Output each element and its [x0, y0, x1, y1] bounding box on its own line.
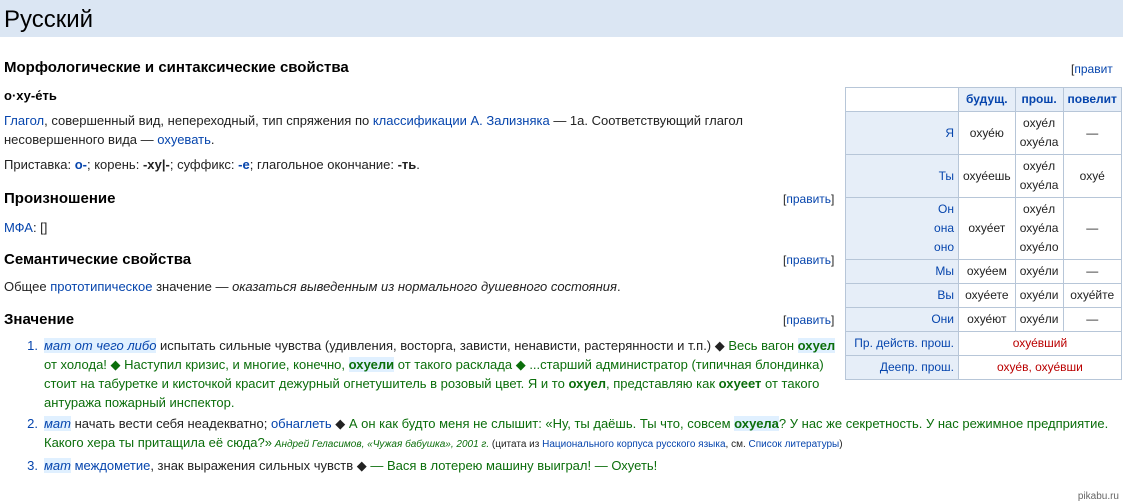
sem-edit-link[interactable]: править — [786, 253, 831, 267]
pron-heading: Произношение — [4, 190, 116, 207]
gerund-label: Деепр. прош. — [845, 355, 959, 380]
gerund-value: охуе́в, охуе́вши — [958, 355, 1122, 380]
table-row: Деепр. прош. охуе́в, охуе́вши — [845, 355, 1122, 380]
meaning-edit: [править] — [783, 313, 835, 327]
language-title: Русский — [4, 6, 94, 33]
table-row: Мы охуе́ем охуе́ли — — [845, 259, 1122, 284]
prefix-link[interactable]: о- — [75, 157, 87, 172]
meaning-item-1: 1. мат от чего либо испытать сильные чувс… — [27, 338, 836, 410]
pron-edit: [править] — [783, 192, 835, 206]
pronoun-cell: Ты — [845, 154, 959, 198]
table-row: Пр. действ. прош. охуе́вший — [845, 331, 1122, 356]
morph-heading: Морфологические и синтаксические свойств… — [4, 59, 349, 76]
table-row: Я охуе́ю охуе́л охуе́ла — — [845, 111, 1122, 155]
conjugation-table: будущ. прош. повелит Я охуе́ю охуе́л оху… — [845, 87, 1122, 380]
col-future: будущ. — [958, 87, 1016, 112]
obnaglet-link[interactable]: обнаглеть — [271, 416, 332, 431]
ipa-line: МФА: [] — [4, 220, 48, 235]
imperfective-link[interactable]: охуевать — [157, 132, 211, 147]
morph-desc: Глагол, совершенный вид, непереходный, т… — [4, 113, 743, 147]
pronoun-cell: Он она оно — [845, 197, 959, 260]
meaning-heading: Значение — [4, 311, 75, 328]
bibliography-link[interactable]: Список литературы — [749, 439, 840, 450]
col-past: прош. — [1014, 87, 1064, 112]
prototypical-link[interactable]: прототипическое — [50, 279, 152, 294]
pronoun-cell: Я — [845, 111, 959, 155]
participle-label: Пр. действ. прош. — [845, 331, 959, 356]
ipa-link[interactable]: МФА — [4, 220, 33, 235]
mat-label[interactable]: мат — [44, 416, 71, 431]
suffix-link[interactable]: -е — [238, 157, 250, 172]
morph-edit-link[interactable]: правит — [1074, 62, 1112, 76]
col-imperative: повелит — [1062, 87, 1122, 112]
sem-line: Общее прототипическое значение — оказать… — [4, 279, 621, 294]
interjection-link[interactable]: междометие — [75, 458, 151, 473]
meaning-item-3: 3. мат междометие, знак выражения сильных… — [27, 458, 658, 473]
table-row: Вы охуе́ете охуе́ли охуе́йте — [845, 283, 1122, 308]
classification-link[interactable]: классификации А. Зализняка — [373, 113, 550, 128]
site-watermark: pikabu.ru — [1077, 491, 1119, 502]
table-row: Он она оно охуе́ет охуе́л охуе́ла охуе́л… — [845, 197, 1122, 260]
meaning-item-2: 2. мат начать вести себя неадекватно; обн… — [27, 416, 1109, 450]
headword: о·ху-е́ть — [4, 88, 57, 103]
meaning-edit-link[interactable]: править — [786, 313, 831, 327]
mat-label[interactable]: мат — [44, 458, 71, 473]
pronoun-cell: Вы — [845, 283, 959, 308]
mat-label[interactable]: мат от чего либо — [44, 338, 157, 353]
language-header: Русский — [0, 0, 1123, 37]
pos-link[interactable]: Глагол — [4, 113, 44, 128]
morphemes: Приставка: о-; корень: -ху|-; суффикс: -… — [4, 157, 420, 172]
sem-edit: [править] — [783, 253, 835, 267]
table-row: Ты охуе́ешь охуе́л охуе́ла охуе́ — [845, 154, 1122, 198]
sem-heading: Семантические свойства — [4, 251, 192, 268]
pronoun-cell: Мы — [845, 259, 959, 284]
corpus-link[interactable]: Национального корпуса русского языка — [542, 439, 725, 450]
morph-edit: [правит — [1071, 62, 1113, 76]
participle-value: охуе́вший — [958, 331, 1122, 356]
table-row: Они охуе́ют охуе́ли — — [845, 307, 1122, 332]
pron-edit-link[interactable]: править — [786, 192, 831, 206]
pronoun-cell: Они — [845, 307, 959, 332]
